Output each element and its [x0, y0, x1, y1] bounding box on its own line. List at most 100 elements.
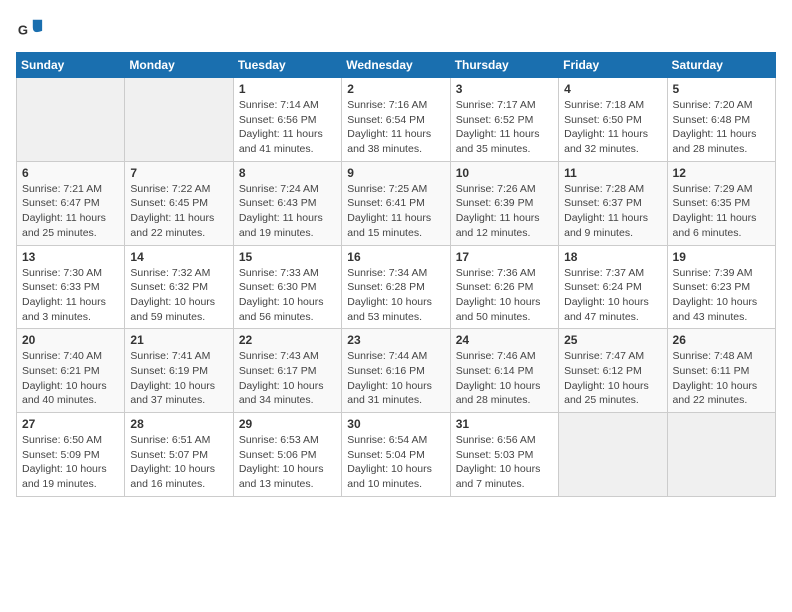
calendar-cell: 4 Sunrise: 7:18 AM Sunset: 6:50 PM Daylig… — [559, 78, 667, 162]
day-number: 8 — [239, 166, 336, 180]
calendar-week-1: 1Sunrise: 7:14 AM Sunset: 6:56 PM Daylig… — [17, 78, 776, 162]
col-header-wednesday: Wednesday — [342, 53, 450, 78]
day-info: Sunrise: 7:36 AM Sunset: 6:26 PM Dayligh… — [456, 266, 553, 325]
calendar-cell: 29 Sunrise: 6:53 AM Sunset: 5:06 PM Dayli… — [233, 413, 341, 497]
day-number: 28 — [130, 417, 227, 431]
day-info: Sunrise: 7:25 AM Sunset: 6:41 PM Dayligh… — [347, 182, 444, 241]
svg-text:G: G — [18, 23, 28, 38]
day-info: Sunrise: 6:54 AM Sunset: 5:04 PM Dayligh… — [347, 433, 444, 492]
day-number: 14 — [130, 250, 227, 264]
day-info: Sunrise: 7:47 AM Sunset: 6:12 PM Dayligh… — [564, 349, 661, 408]
calendar-cell: 18Sunrise: 7:37 AM Sunset: 6:24 PM Dayli… — [559, 245, 667, 329]
calendar-cell: 30Sunrise: 6:54 AM Sunset: 5:04 PM Dayli… — [342, 413, 450, 497]
day-number: 10 — [456, 166, 553, 180]
calendar-cell: 24Sunrise: 7:46 AM Sunset: 6:14 PM Dayli… — [450, 329, 558, 413]
day-number: 20 — [22, 333, 119, 347]
calendar-cell — [559, 413, 667, 497]
day-number: 23 — [347, 333, 444, 347]
day-info: Sunrise: 7:41 AM Sunset: 6:19 PM Dayligh… — [130, 349, 227, 408]
calendar-cell: 23 Sunrise: 7:44 AM Sunset: 6:16 PM Dayli… — [342, 329, 450, 413]
page-header: G — [16, 16, 776, 44]
day-number: 26 — [673, 333, 770, 347]
day-info: Sunrise: 7:40 AM Sunset: 6:21 PM Dayligh… — [22, 349, 119, 408]
calendar-cell: 1Sunrise: 7:14 AM Sunset: 6:56 PM Daylig… — [233, 78, 341, 162]
col-header-tuesday: Tuesday — [233, 53, 341, 78]
calendar-table: SundayMondayTuesdayWednesdayThursdayFrid… — [16, 52, 776, 497]
calendar-cell: 13 Sunrise: 7:30 AM Sunset: 6:33 PM Dayli… — [17, 245, 125, 329]
calendar-cell: 11 Sunrise: 7:28 AM Sunset: 6:37 PM Dayli… — [559, 161, 667, 245]
calendar-cell: 27 Sunrise: 6:50 AM Sunset: 5:09 PM Dayli… — [17, 413, 125, 497]
calendar-cell: 5 Sunrise: 7:20 AM Sunset: 6:48 PM Daylig… — [667, 78, 775, 162]
calendar-cell: 10 Sunrise: 7:26 AM Sunset: 6:39 PM Dayli… — [450, 161, 558, 245]
calendar-week-3: 13 Sunrise: 7:30 AM Sunset: 6:33 PM Dayli… — [17, 245, 776, 329]
col-header-friday: Friday — [559, 53, 667, 78]
day-number: 6 — [22, 166, 119, 180]
day-number: 7 — [130, 166, 227, 180]
calendar-cell: 16Sunrise: 7:34 AM Sunset: 6:28 PM Dayli… — [342, 245, 450, 329]
calendar-cell: 14 Sunrise: 7:32 AM Sunset: 6:32 PM Dayli… — [125, 245, 233, 329]
calendar-cell: 19 Sunrise: 7:39 AM Sunset: 6:23 PM Dayli… — [667, 245, 775, 329]
day-info: Sunrise: 7:21 AM Sunset: 6:47 PM Dayligh… — [22, 182, 119, 241]
col-header-sunday: Sunday — [17, 53, 125, 78]
calendar-cell: 2 Sunrise: 7:16 AM Sunset: 6:54 PM Daylig… — [342, 78, 450, 162]
day-info: Sunrise: 6:56 AM Sunset: 5:03 PM Dayligh… — [456, 433, 553, 492]
calendar-cell: 22 Sunrise: 7:43 AM Sunset: 6:17 PM Dayli… — [233, 329, 341, 413]
logo-icon: G — [16, 16, 44, 44]
day-number: 9 — [347, 166, 444, 180]
day-info: Sunrise: 7:39 AM Sunset: 6:23 PM Dayligh… — [673, 266, 770, 325]
day-number: 19 — [673, 250, 770, 264]
calendar-cell: 9 Sunrise: 7:25 AM Sunset: 6:41 PM Daylig… — [342, 161, 450, 245]
day-info: Sunrise: 7:16 AM Sunset: 6:54 PM Dayligh… — [347, 98, 444, 157]
calendar-cell: 25Sunrise: 7:47 AM Sunset: 6:12 PM Dayli… — [559, 329, 667, 413]
day-info: Sunrise: 6:53 AM Sunset: 5:06 PM Dayligh… — [239, 433, 336, 492]
day-number: 2 — [347, 82, 444, 96]
logo: G — [16, 16, 48, 44]
day-number: 24 — [456, 333, 553, 347]
calendar-cell: 21 Sunrise: 7:41 AM Sunset: 6:19 PM Dayli… — [125, 329, 233, 413]
day-number: 18 — [564, 250, 661, 264]
day-info: Sunrise: 7:18 AM Sunset: 6:50 PM Dayligh… — [564, 98, 661, 157]
calendar-cell: 7 Sunrise: 7:22 AM Sunset: 6:45 PM Daylig… — [125, 161, 233, 245]
calendar-cell: 12 Sunrise: 7:29 AM Sunset: 6:35 PM Dayli… — [667, 161, 775, 245]
day-info: Sunrise: 7:32 AM Sunset: 6:32 PM Dayligh… — [130, 266, 227, 325]
day-info: Sunrise: 6:50 AM Sunset: 5:09 PM Dayligh… — [22, 433, 119, 492]
day-info: Sunrise: 7:24 AM Sunset: 6:43 PM Dayligh… — [239, 182, 336, 241]
day-number: 13 — [22, 250, 119, 264]
calendar-cell: 6 Sunrise: 7:21 AM Sunset: 6:47 PM Daylig… — [17, 161, 125, 245]
day-number: 17 — [456, 250, 553, 264]
day-info: Sunrise: 7:22 AM Sunset: 6:45 PM Dayligh… — [130, 182, 227, 241]
day-info: Sunrise: 7:48 AM Sunset: 6:11 PM Dayligh… — [673, 349, 770, 408]
day-number: 22 — [239, 333, 336, 347]
day-info: Sunrise: 7:29 AM Sunset: 6:35 PM Dayligh… — [673, 182, 770, 241]
day-number: 29 — [239, 417, 336, 431]
day-info: Sunrise: 7:33 AM Sunset: 6:30 PM Dayligh… — [239, 266, 336, 325]
day-number: 1 — [239, 82, 336, 96]
calendar-week-4: 20 Sunrise: 7:40 AM Sunset: 6:21 PM Dayli… — [17, 329, 776, 413]
calendar-cell: 20 Sunrise: 7:40 AM Sunset: 6:21 PM Dayli… — [17, 329, 125, 413]
day-info: Sunrise: 7:26 AM Sunset: 6:39 PM Dayligh… — [456, 182, 553, 241]
day-number: 5 — [673, 82, 770, 96]
calendar-cell — [667, 413, 775, 497]
day-info: Sunrise: 7:43 AM Sunset: 6:17 PM Dayligh… — [239, 349, 336, 408]
day-info: Sunrise: 7:34 AM Sunset: 6:28 PM Dayligh… — [347, 266, 444, 325]
col-header-monday: Monday — [125, 53, 233, 78]
day-number: 27 — [22, 417, 119, 431]
calendar-cell: 17 Sunrise: 7:36 AM Sunset: 6:26 PM Dayli… — [450, 245, 558, 329]
day-number: 11 — [564, 166, 661, 180]
header-row: SundayMondayTuesdayWednesdayThursdayFrid… — [17, 53, 776, 78]
day-number: 31 — [456, 417, 553, 431]
calendar-week-2: 6 Sunrise: 7:21 AM Sunset: 6:47 PM Daylig… — [17, 161, 776, 245]
day-number: 21 — [130, 333, 227, 347]
day-info: Sunrise: 7:44 AM Sunset: 6:16 PM Dayligh… — [347, 349, 444, 408]
calendar-cell: 3Sunrise: 7:17 AM Sunset: 6:52 PM Daylig… — [450, 78, 558, 162]
day-info: Sunrise: 6:51 AM Sunset: 5:07 PM Dayligh… — [130, 433, 227, 492]
day-info: Sunrise: 7:28 AM Sunset: 6:37 PM Dayligh… — [564, 182, 661, 241]
calendar-cell — [17, 78, 125, 162]
day-info: Sunrise: 7:20 AM Sunset: 6:48 PM Dayligh… — [673, 98, 770, 157]
day-number: 15 — [239, 250, 336, 264]
day-info: Sunrise: 7:30 AM Sunset: 6:33 PM Dayligh… — [22, 266, 119, 325]
col-header-thursday: Thursday — [450, 53, 558, 78]
calendar-cell: 8 Sunrise: 7:24 AM Sunset: 6:43 PM Daylig… — [233, 161, 341, 245]
day-number: 12 — [673, 166, 770, 180]
day-number: 4 — [564, 82, 661, 96]
